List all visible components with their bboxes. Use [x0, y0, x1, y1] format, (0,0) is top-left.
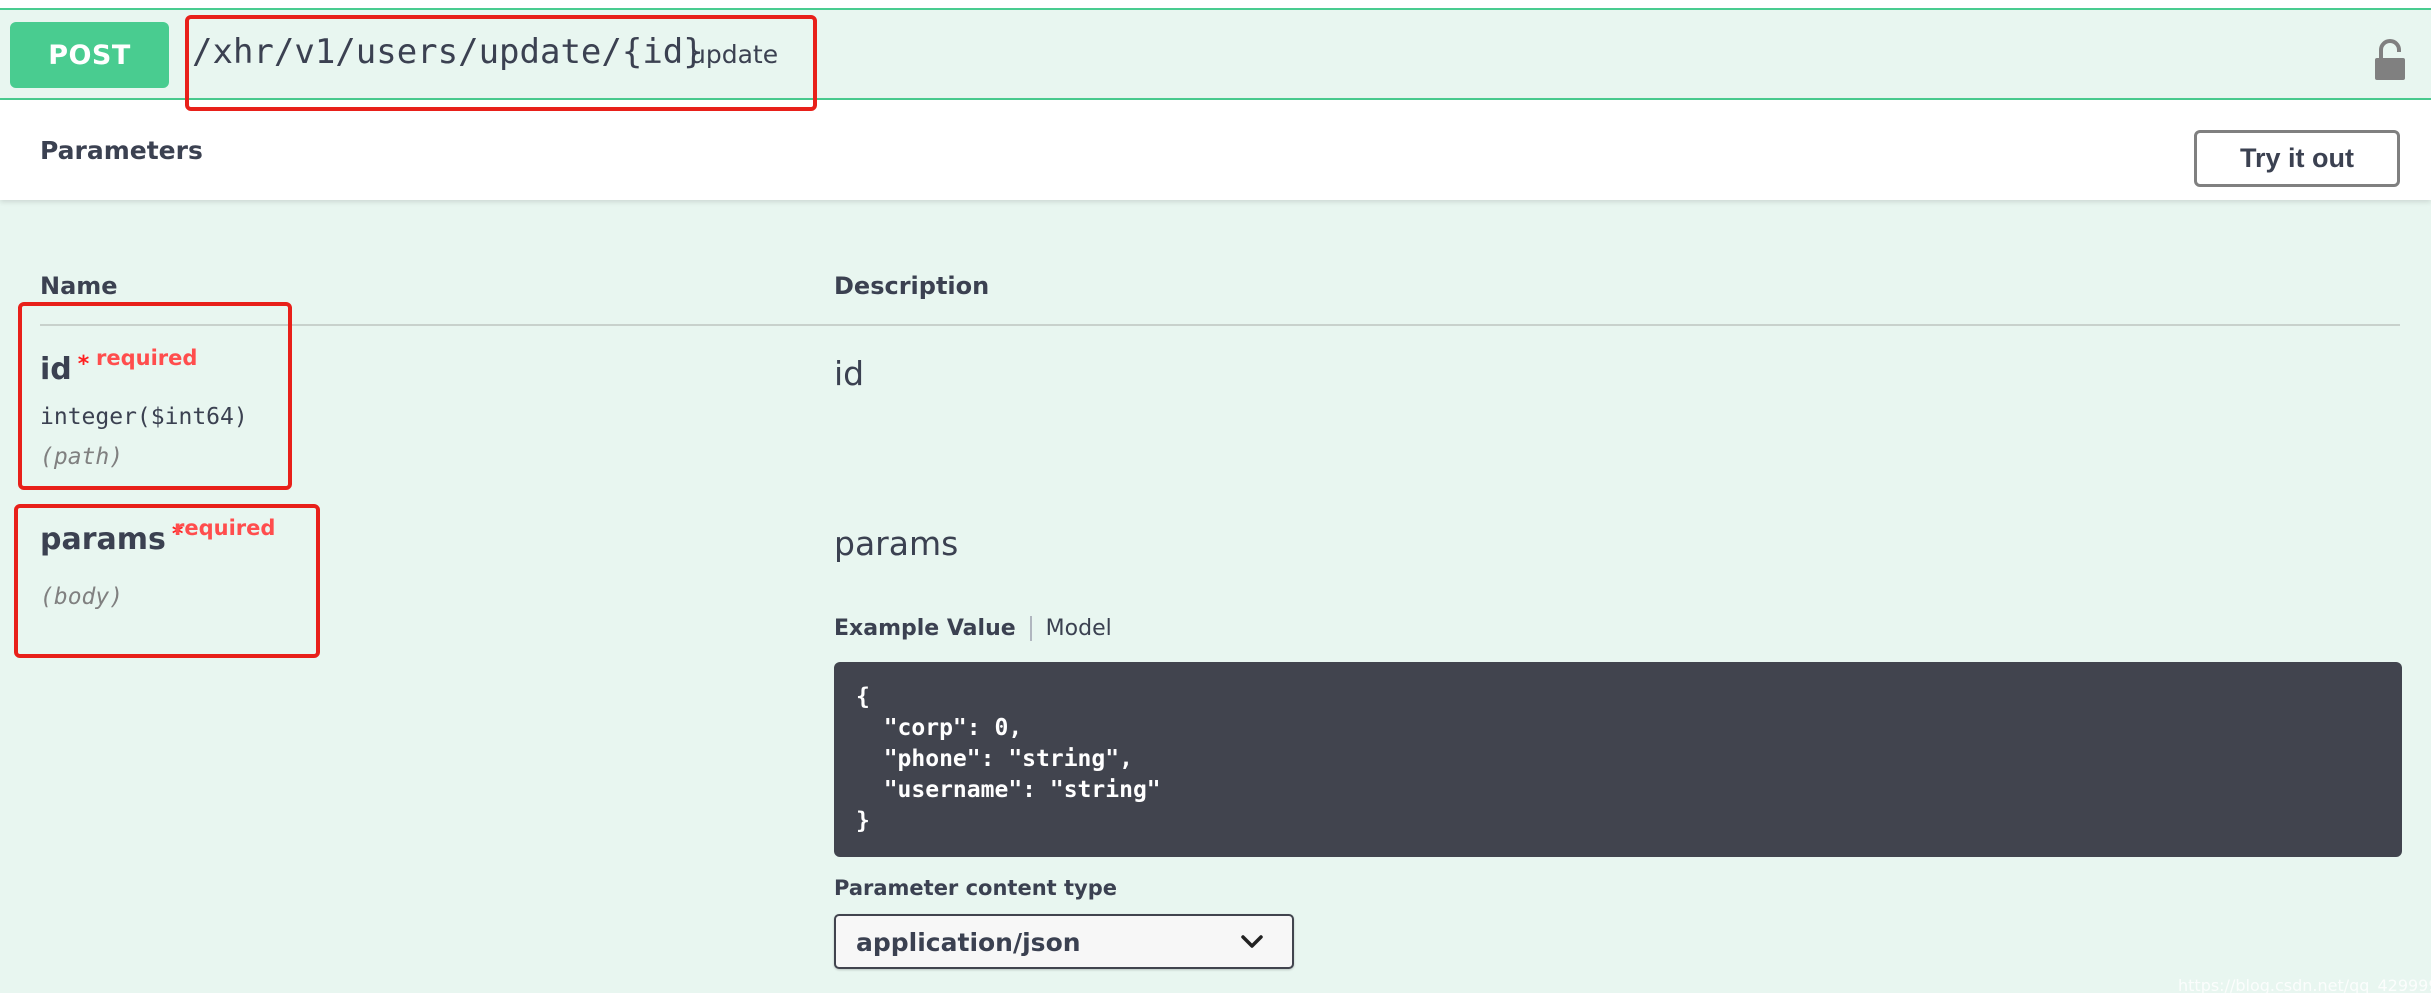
- select-value: application/json: [856, 928, 1081, 957]
- try-it-out-button[interactable]: Try it out: [2194, 130, 2400, 187]
- example-value-code: { "corp": 0, "phone": "string", "usernam…: [834, 662, 2402, 857]
- table-header-divider: [40, 324, 2400, 326]
- param-location-id: (path): [40, 444, 124, 470]
- content-type-label: Parameter content type: [834, 876, 1118, 900]
- watermark: https://blog.csdn.net/qq_42999940: [2178, 976, 2431, 995]
- param-name-params: params *: [40, 522, 183, 557]
- column-header-description: Description: [834, 272, 990, 300]
- param-description-id: id: [834, 354, 865, 393]
- param-description-params: params: [834, 524, 959, 563]
- required-label-params: required: [174, 516, 276, 540]
- operation-block-post: POST /xhr/v1/users/update/{id} update Pa…: [0, 8, 2431, 995]
- param-name-label: params: [40, 522, 166, 557]
- content-type-select[interactable]: application/json: [834, 914, 1294, 969]
- required-label-id: required: [96, 346, 198, 370]
- operation-description: update: [690, 40, 779, 69]
- column-header-name: Name: [40, 272, 118, 300]
- chevron-down-icon: [1241, 935, 1263, 948]
- lock-icon[interactable]: [2373, 38, 2407, 82]
- tab-model[interactable]: Model: [1032, 616, 1112, 641]
- param-location-params: (body): [40, 584, 124, 610]
- method-badge: POST: [10, 22, 169, 88]
- param-name-id: id *: [40, 352, 89, 387]
- param-type-id: integer($int64): [40, 404, 248, 430]
- required-star: *: [77, 352, 90, 377]
- model-tabs: Example Value Model: [834, 610, 1112, 646]
- param-name-label: id: [40, 352, 72, 387]
- operation-summary[interactable]: POST /xhr/v1/users/update/{id} update: [0, 10, 2431, 100]
- parameters-section-header: Parameters Try it out: [0, 100, 2431, 200]
- tab-example-value[interactable]: Example Value: [834, 615, 1032, 641]
- parameters-title: Parameters: [40, 136, 203, 165]
- endpoint-path: /xhr/v1/users/update/{id}: [192, 32, 704, 72]
